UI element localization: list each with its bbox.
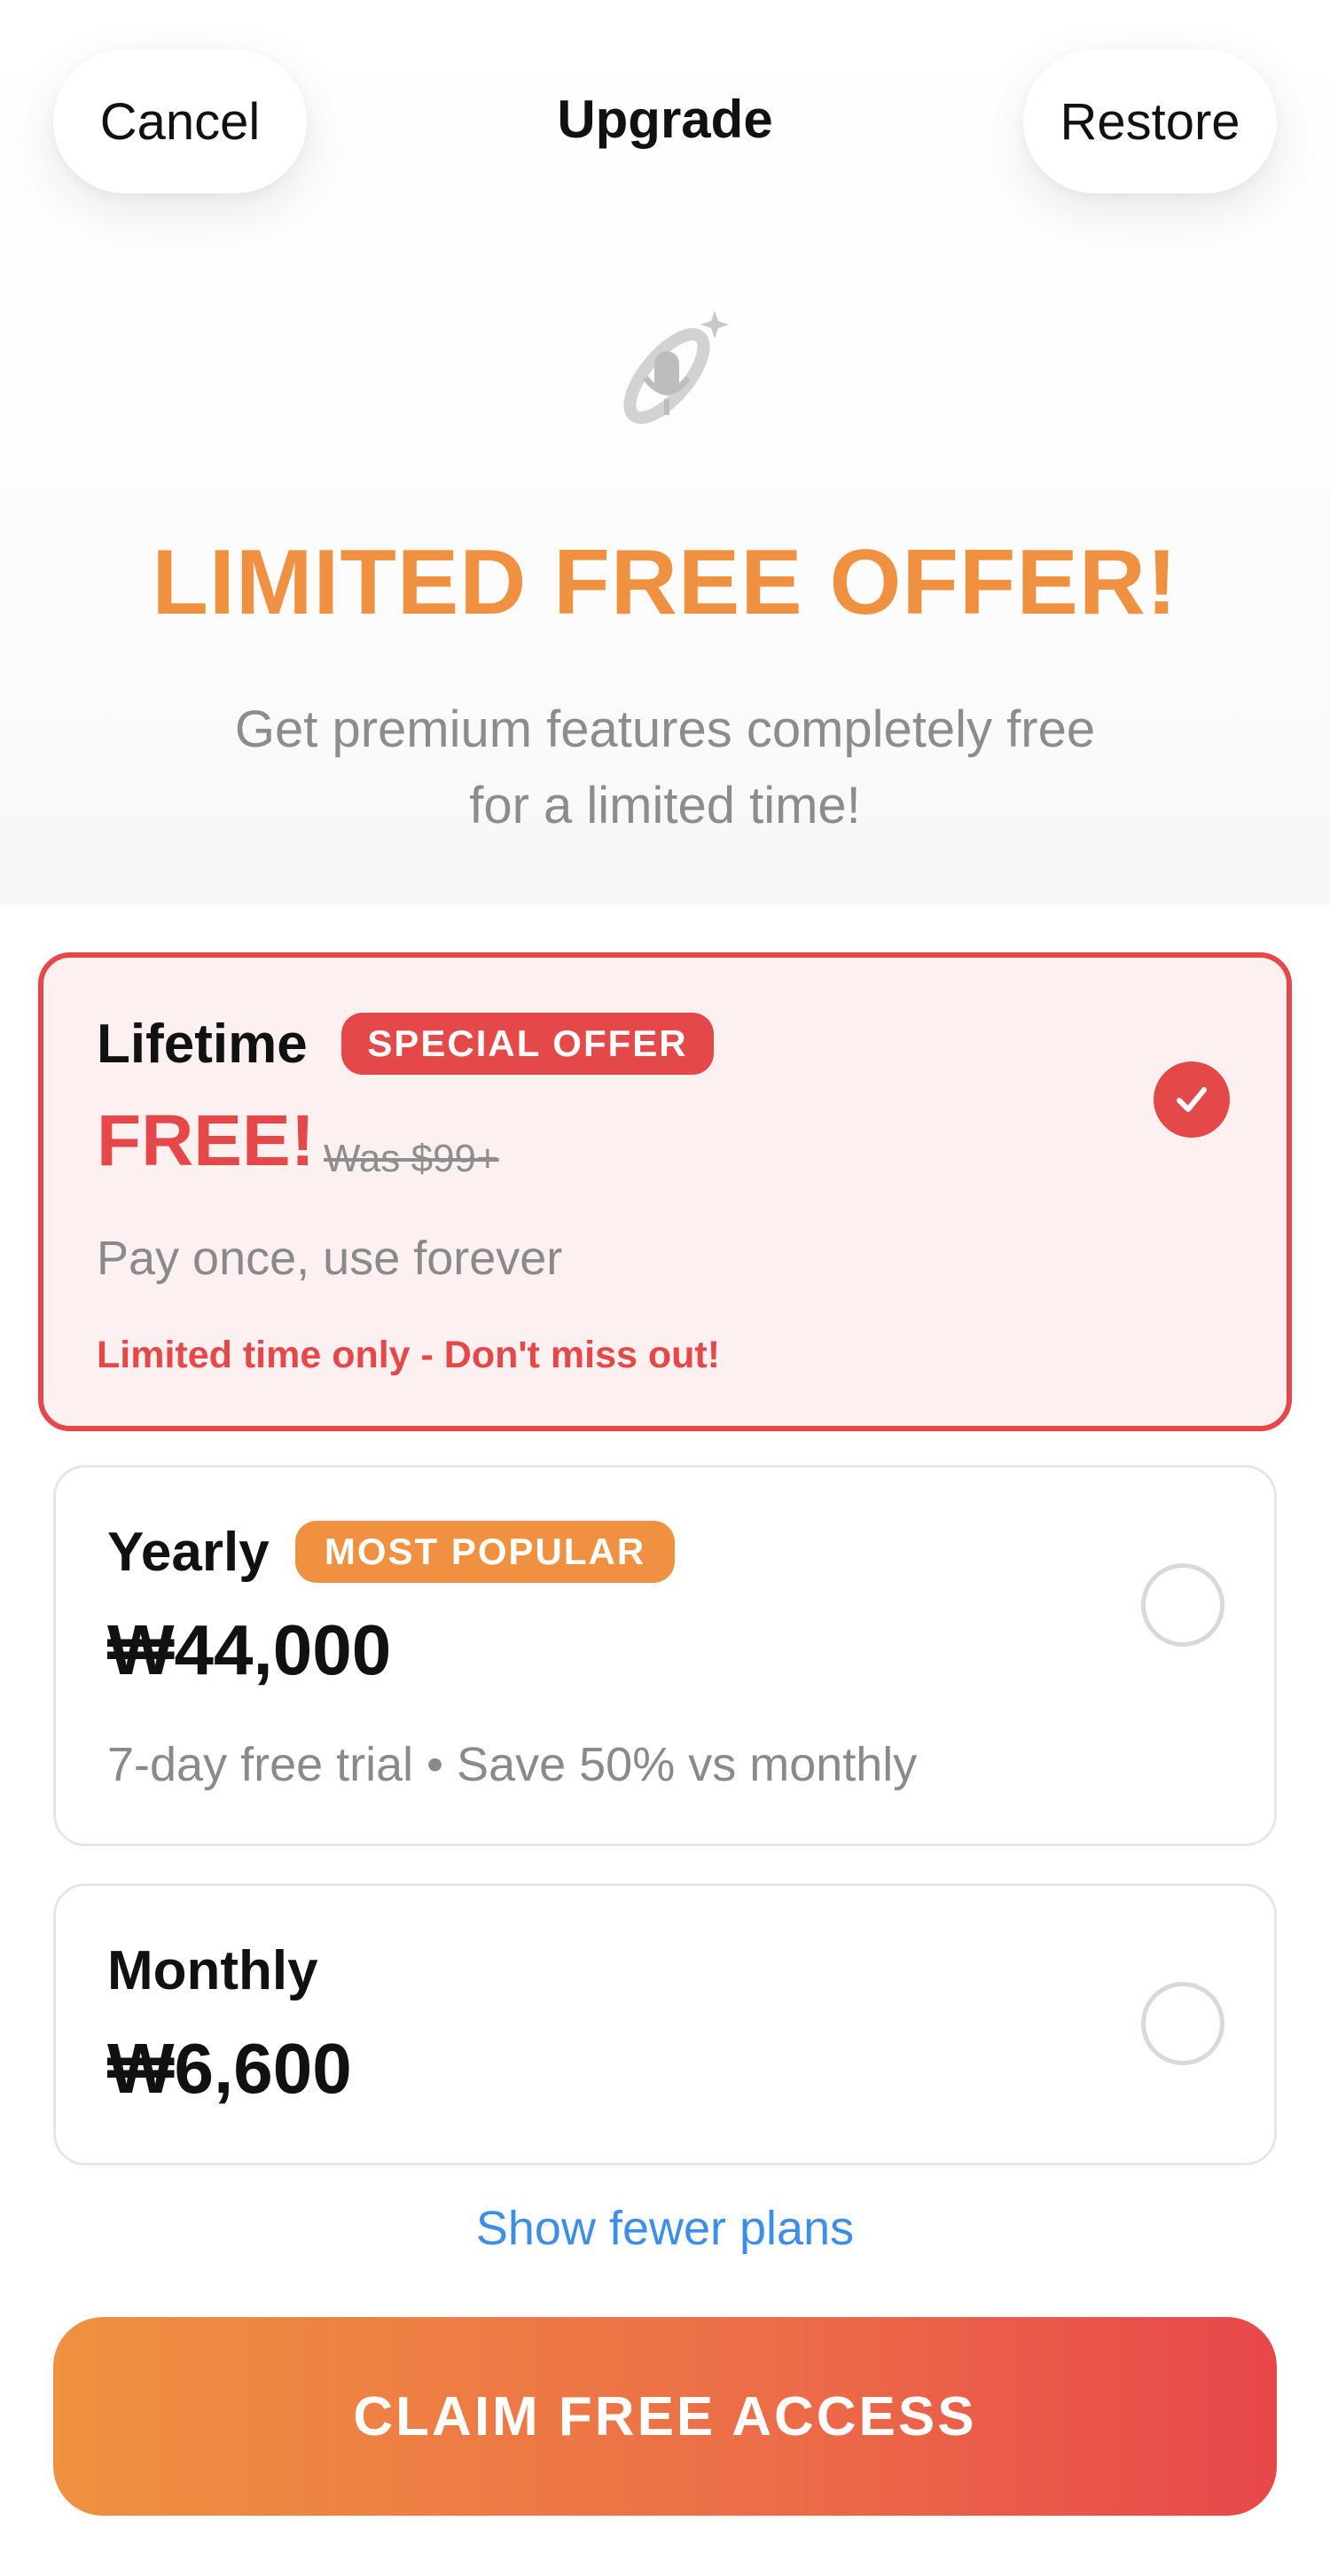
urgency-note: Limited time only - Don't miss out! [97, 1334, 721, 1376]
checkmark-icon [1177, 1087, 1207, 1112]
plan-name: Lifetime [97, 1014, 308, 1075]
special-offer-badge: SPECIAL OFFER [341, 1013, 714, 1075]
offer-subtitle-line-2: for a limited time! [469, 777, 861, 834]
plan-card-lifetime[interactable]: Lifetime SPECIAL OFFER FREE! Was $99+ Pa… [38, 952, 1292, 1431]
most-popular-badge: MOST POPULAR [295, 1521, 675, 1583]
plan-radio[interactable] [1141, 1563, 1224, 1647]
plan-description: Pay once, use forever [97, 1232, 563, 1285]
plan-card-monthly[interactable]: Monthly ₩6,600 [53, 1883, 1277, 2165]
plan-price: ₩44,000 [107, 1610, 392, 1689]
plan-price: FREE! [97, 1100, 315, 1181]
show-fewer-plans-link[interactable]: Show fewer plans [0, 2201, 1330, 2256]
plan-card-yearly[interactable]: Yearly MOST POPULAR ₩44,000 7-day free t… [53, 1465, 1277, 1846]
offer-subtitle-line-1: Get premium features completely free [234, 701, 1096, 758]
offer-headline: LIMITED FREE OFFER! [152, 531, 1178, 634]
plan-description: 7-day free trial • Save 50% vs monthly [107, 1738, 918, 1791]
microphone-sparkle-icon [623, 310, 729, 425]
claim-free-access-button[interactable]: CLAIM FREE ACCESS [53, 2317, 1277, 2516]
plan-name: Yearly [107, 1522, 270, 1583]
plan-price: ₩6,600 [107, 2029, 352, 2108]
restore-button[interactable]: Restore [1023, 50, 1277, 193]
original-price: Was $99+ [324, 1137, 499, 1180]
plan-name: Monthly [107, 1940, 318, 2001]
plan-radio[interactable] [1141, 1982, 1224, 2065]
offer-subtitle: Get premium features completely free for… [160, 692, 1170, 844]
plan-radio-selected[interactable] [1154, 1061, 1230, 1138]
